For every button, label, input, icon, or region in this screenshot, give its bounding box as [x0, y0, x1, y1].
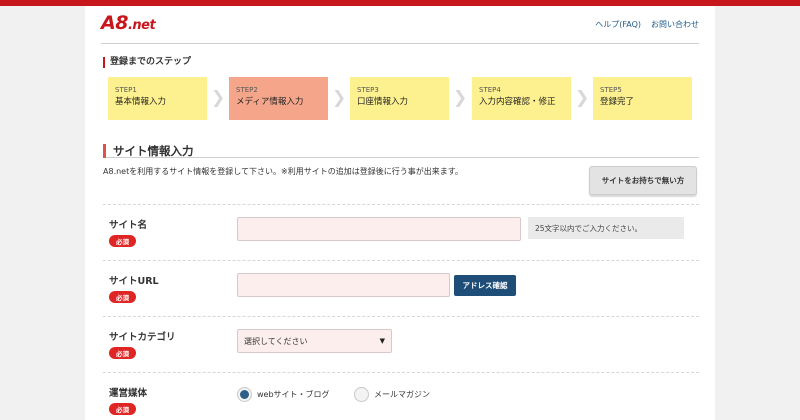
contact-link[interactable]: お問い合わせ [651, 19, 699, 30]
step-number: STEP1 [115, 86, 137, 94]
page-container: A8.net ヘルプ(FAQ) お問い合わせ 登録までのステップ STEP1 基… [85, 6, 715, 420]
step-label: メディア情報入力 [236, 97, 304, 107]
site-name-input[interactable] [237, 217, 521, 241]
step-label: 基本情報入力 [115, 97, 167, 107]
caret-down-icon: ▼ [379, 337, 385, 345]
step-number: STEP5 [600, 86, 622, 94]
step-number: STEP3 [357, 86, 379, 94]
no-site-button[interactable]: サイトをお持ちで無い方 [589, 166, 697, 195]
form-row-site-url: サイトURL 必須 アドレス確認 [103, 260, 699, 316]
required-badge: 必須 [109, 291, 136, 303]
section-title: サイト情報入力 [103, 144, 194, 158]
step-2: STEP2 メディア情報入力 [229, 77, 328, 120]
select-value: 選択してください [244, 336, 308, 346]
header-links: ヘルプ(FAQ) お問い合わせ [595, 19, 699, 30]
address-check-button[interactable]: アドレス確認 [454, 275, 516, 296]
site-name-hint: 25文字以内でご入力ください。 [528, 217, 684, 239]
logo-suffix: .net [127, 18, 156, 33]
required-badge: 必須 [109, 235, 136, 247]
chevron-right-icon: ❯ [211, 88, 226, 108]
radio-label: webサイト・ブログ [257, 390, 330, 399]
section-heading: サイト情報入力 [103, 140, 699, 158]
site-url-label: サイトURL [109, 276, 159, 287]
form-row-site-name: サイト名 必須 25文字以内でご入力ください。 [103, 204, 699, 260]
required-badge: 必須 [109, 403, 136, 415]
step-number: STEP2 [236, 86, 258, 94]
required-badge: 必須 [109, 347, 136, 359]
form-row-site-category: サイトカテゴリ 必須 選択してください ▼ [103, 316, 699, 372]
step-1: STEP1 基本情報入力 [108, 77, 207, 120]
radio-label: メールマガジン [374, 390, 430, 399]
site-name-label: サイト名 [109, 220, 148, 231]
chevron-right-icon: ❯ [575, 88, 590, 108]
media-label: 運営媒体 [109, 388, 148, 399]
radio-mail-magazine[interactable]: メールマガジン [354, 387, 430, 402]
site-url-input[interactable] [237, 273, 450, 297]
step-label: 入力内容確認・修正 [479, 97, 556, 107]
step-label: 口座情報入力 [357, 97, 409, 107]
radio-web-blog[interactable]: webサイト・ブログ [237, 387, 330, 402]
chevron-right-icon: ❯ [453, 88, 468, 108]
step-4: STEP4 入力内容確認・修正 [472, 77, 571, 120]
step-number: STEP4 [479, 86, 501, 94]
chevron-right-icon: ❯ [332, 88, 347, 108]
site-header: A8.net ヘルプ(FAQ) お問い合わせ [101, 6, 699, 44]
steps-title: 登録までのステップ [103, 57, 191, 68]
a8-logo[interactable]: A8.net [101, 12, 156, 34]
radio-unchecked-icon [354, 387, 369, 402]
help-faq-link[interactable]: ヘルプ(FAQ) [595, 19, 641, 30]
radio-checked-icon [237, 387, 252, 402]
step-5: STEP5 登録完了 [593, 77, 692, 120]
step-3: STEP3 口座情報入力 [350, 77, 449, 120]
form-row-media: 運営媒体 必須 webサイト・ブログ メールマガジン [103, 372, 699, 420]
step-label: 登録完了 [600, 97, 635, 107]
site-category-label: サイトカテゴリ [109, 332, 176, 343]
site-category-select[interactable]: 選択してください ▼ [237, 329, 392, 353]
logo-text: A8 [101, 12, 128, 34]
section-description: A8.netを利用するサイト情報を登録して下さい。※利用サイトの追加は登録後に行… [103, 167, 463, 176]
